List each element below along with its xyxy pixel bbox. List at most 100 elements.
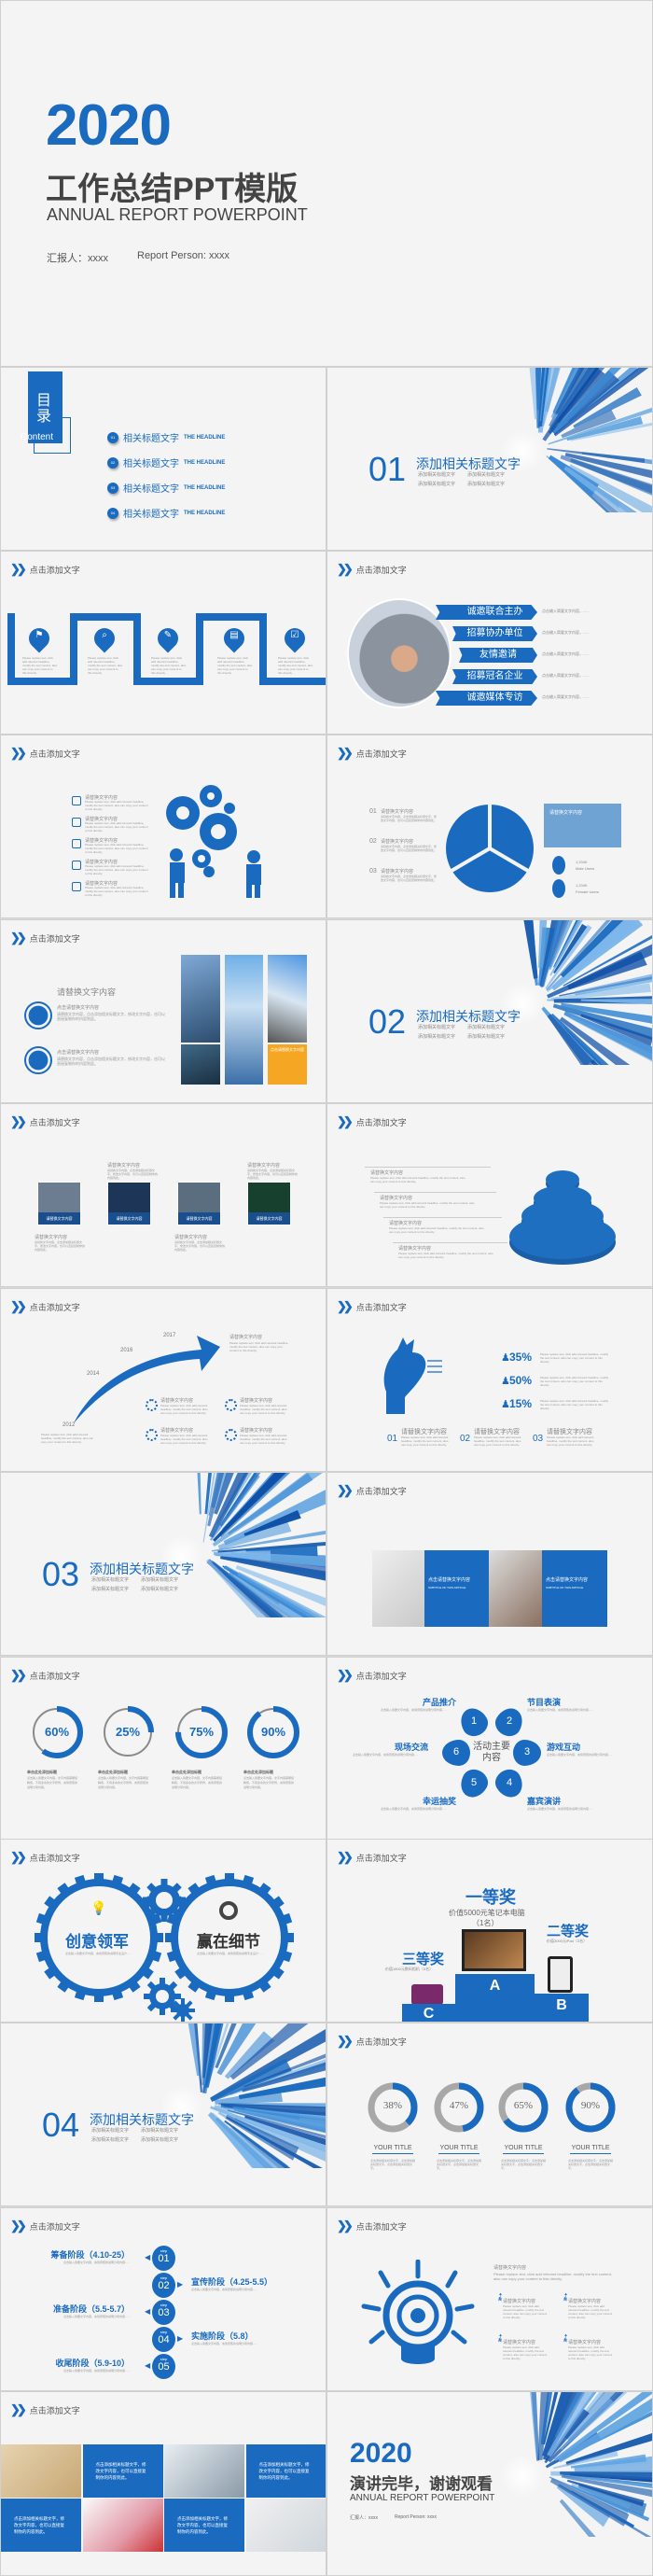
double-chevron-icon: ❯❯: [10, 1114, 27, 1128]
ring-desc: 点击添加相关标题文字，点击添加相关标题文字，点击添加相关标题文字。: [568, 2159, 614, 2170]
slide-image-strip[interactable]: 点击请替换文字内容 SUBTITLE OF THIS ARTICLE 点击请替换…: [326, 1472, 653, 1656]
step-circle[interactable]: step 05: [152, 2354, 175, 2379]
invite-banner[interactable]: 招募协办单位: [452, 626, 537, 641]
slide-section-02[interactable]: 02 添加相关标题文字 添加相关标题文字 添加相关标题文字 添加相关标题文字 添…: [326, 919, 653, 1103]
slide-rings-b[interactable]: 38% YOUR TITLE 点击添加相关标题文字，点击添加相关标题文字，点击添加…: [326, 2023, 653, 2206]
invite-desc: 点击输入简要文字内容，......: [542, 609, 590, 613]
activity-label: 嘉宾演讲: [527, 1797, 562, 1806]
toc-item-en: THE HEADLINE: [184, 484, 226, 491]
toc-item[interactable]: 02 相关标题文字 THE HEADLINE: [107, 455, 225, 469]
slide-toc[interactable]: 目录 Content 01 相关标题文字 THE HEADLINE 02 相关标…: [0, 367, 326, 551]
invite-banner[interactable]: 诚邀联合主办: [436, 605, 537, 620]
slide-closing[interactable]: 2020 演讲完毕，谢谢观看 ANNUAL REPORT POWERPOINT …: [326, 2391, 653, 2576]
invite-banner[interactable]: 招募冠名企业: [452, 669, 537, 684]
section-title: 添加相关标题文字: [90, 2112, 194, 2127]
slide-hand-percent[interactable]: ♟ 35% Please replace text, click add rel…: [326, 1288, 653, 1472]
petal-number: 4: [506, 1776, 513, 1788]
mosaic-text-cell: 点击添加相关标题文字，修改文字内容，也可以直接复制你的内容到此。: [82, 2444, 163, 2498]
slide-phases[interactable]: step 01 ◀ 筹备阶段（4.10-25） 点击输入简要文字内容，言简意赅的…: [0, 2207, 326, 2391]
step-glyph: ✎: [163, 630, 173, 640]
photo-card: 请替换文字内容: [177, 1182, 221, 1225]
activity-desc: 点击输入简要文字内容，言简意赅的说明分项内容......: [547, 1753, 614, 1757]
gear-left-title: 创意领军: [65, 1933, 129, 1951]
section-bullet: 添加相关标题文字: [418, 1025, 456, 1030]
step-circle[interactable]: step 04: [152, 2327, 175, 2352]
invite-banner[interactable]: 诚邀媒体专访: [436, 691, 537, 706]
slide-invite[interactable]: 诚邀联合主办 点击输入简要文字内容，...... 招募协办单位 点击输入简要文字内…: [326, 551, 653, 735]
timeline-desc: Please replace text, click add relevant …: [41, 1433, 94, 1444]
ring-label: 90%: [580, 2100, 601, 2111]
slide-gears-people[interactable]: 请替换文字内容 Please replace text, click add r…: [0, 735, 326, 918]
slide-gear-pair[interactable]: 💡 创意领军 点击输入简要文字内容，言简意赅的说明专业设计...... 赢在细节…: [0, 1839, 326, 2023]
timeline-item-desc: Please replace text, click add relevant …: [160, 1434, 208, 1445]
mosaic-photo: [245, 2499, 326, 2552]
ring-desc: 点击输入简要文字内容，文字内容需概括精炼，不用多余的文字修饰，言简意赅的说明分项…: [98, 1776, 149, 1789]
phase-label: 宣传阶段（4.25-5.5）: [191, 2277, 273, 2287]
slide-section-01[interactable]: 01 添加相关标题文字 添加相关标题文字 添加相关标题文字 添加相关标题文字 添…: [326, 367, 653, 551]
list-title: 请替换文字内容: [381, 869, 414, 875]
toc-item[interactable]: 04 相关标题文字 THE HEADLINE: [107, 506, 225, 520]
percent-value: 15%: [509, 1397, 533, 1410]
section-title: 添加相关标题文字: [416, 456, 521, 471]
slide-activity[interactable]: 活动主要内容 1 产品推介 点击输入简要文字内容，言简意赅的说明分项内容....…: [326, 1657, 653, 1841]
slide-section-04[interactable]: 04 添加相关标题文字 添加相关标题文字 添加相关标题文字 添加相关标题文字 添…: [0, 2023, 326, 2206]
double-chevron-icon: ❯❯: [10, 562, 27, 576]
step-circle[interactable]: step 03: [152, 2300, 175, 2325]
male-value: 1,234K: [576, 860, 588, 864]
toc-item-number: 01: [107, 431, 118, 443]
globe-icon: [24, 1001, 52, 1029]
card-caption: 请替换文字内容: [248, 1212, 290, 1225]
item-desc: 请替换文字内容，点击添加相关标题文字，修改文字内容，也可以直接复制你的内容到此。: [57, 1057, 165, 1066]
step-circle[interactable]: step 02: [152, 2273, 175, 2298]
phase-label: 筹备阶段（4.10-25）: [50, 2250, 130, 2260]
double-chevron-icon: ❯❯: [10, 1850, 27, 1864]
phase-desc: 点击输入简要文字内容，言简意赅的说明分项内容......: [63, 2315, 130, 2318]
step-desc: Please replace text, click add relevant …: [88, 656, 123, 675]
slide-cover[interactable]: 2020 工作总结PPT模版 ANNUAL REPORT POWERPOINT …: [0, 0, 653, 367]
step-pointer-icon: ◀: [145, 2361, 151, 2370]
slide-prizes[interactable]: 一等奖 价值5000元笔记本电脑 （1名） 二等奖 价值3000元iPad（3名…: [326, 1839, 653, 2023]
gear-badge-icon: [225, 1429, 237, 1441]
mosaic-text-cell: 点击添加相关标题文字，修改文字内容，也可以直接复制你的内容到此。: [1, 2499, 81, 2552]
gear-badge-icon: [225, 1399, 237, 1411]
mosaic-photo: [164, 2444, 244, 2498]
bottom-number: 02: [460, 1434, 471, 1444]
slide-rings-a[interactable]: 60% 单击此处添加标题 点击输入简要文字内容，文字内容需概括精炼，不用多余的文字…: [0, 1657, 326, 1841]
step-glyph: ☑: [290, 630, 299, 640]
slide-header: ❯❯ 点击添加文字: [10, 746, 80, 761]
step-circle[interactable]: step 01: [152, 2246, 175, 2271]
slide-header: ❯❯ 点击添加文字: [337, 746, 407, 761]
invite-banner[interactable]: 友情邀请: [459, 648, 537, 663]
bulb-item-desc: Please replace text, click add relevant …: [568, 2304, 613, 2319]
ring-title: YOUR TITLE: [503, 2145, 544, 2154]
slide-bulb[interactable]: 请替换文字内容 Please replace text, click add r…: [326, 2207, 653, 2391]
section-bullet: 添加相关标题文字: [141, 2137, 179, 2143]
toc-item[interactable]: 01 相关标题文字 THE HEADLINE: [107, 430, 225, 444]
toc-item[interactable]: 03 相关标题文字 THE HEADLINE: [107, 481, 225, 495]
slide-pie[interactable]: 01 请替换文字内容 请替换文字内容，点击添加相关标题文字，修改文字内容，也可以…: [326, 735, 653, 918]
pyramid-label: 请替换文字内容: [370, 1170, 404, 1176]
slide-mosaic[interactable]: 点击添加相关标题文字，修改文字内容，也可以直接复制你的内容到此。 点击添加相关标题…: [0, 2391, 326, 2576]
phase-label: 准备阶段（5.5-5.7）: [52, 2304, 130, 2314]
bottom-number: 01: [387, 1434, 398, 1444]
step-number: 03: [158, 2307, 170, 2318]
ipad-image: [548, 1956, 573, 1993]
timeline-head: 请替换文字内容: [229, 1335, 263, 1340]
ring-desc: 点击添加相关标题文字，点击添加相关标题文字，点击添加相关标题文字。: [437, 2159, 482, 2170]
card-desc: 请替换文字内容，点击添加相关标题文字，修改文字内容，也可以直接复制你的内容到此。: [174, 1240, 226, 1252]
building-photo: [225, 955, 263, 1085]
pyramid-desc: Please replace text, click add relevant …: [380, 1201, 475, 1209]
second-prize-desc: 价值3000元iPad（3名）: [547, 1939, 588, 1943]
ring-label: 47%: [449, 2100, 469, 2111]
ring-caption: 单击此处添加标题: [243, 1770, 273, 1774]
slide-photo-cards[interactable]: 请替换文字内容 请替换文字内容 请替换文字内容，点击添加相关标题文字，修改文字内…: [0, 1103, 326, 1287]
slide-pyramid[interactable]: 请替换文字内容 Please replace text, click add r…: [326, 1103, 653, 1287]
slide-photo-text[interactable]: 请替换文字内容 点击请替换文字内容 请替换文字内容，点击添加相关标题文字，修改文…: [0, 919, 326, 1103]
slide-section-03[interactable]: 03 添加相关标题文字 添加相关标题文字 添加相关标题文字 添加相关标题文字 添…: [0, 1472, 326, 1656]
slide-growth-arrow[interactable]: 2012 2014 2016 2017 请替换文字内容 Please replace t…: [0, 1288, 326, 1472]
male-icon: [552, 856, 565, 875]
blue-burst-graphic: [155, 2023, 326, 2205]
double-chevron-icon: ❯❯: [10, 1299, 27, 1313]
card-title: 请替换文字内容: [174, 1235, 208, 1240]
slide-steps[interactable]: ⚑ Please replace text, click add relevan…: [0, 551, 326, 735]
